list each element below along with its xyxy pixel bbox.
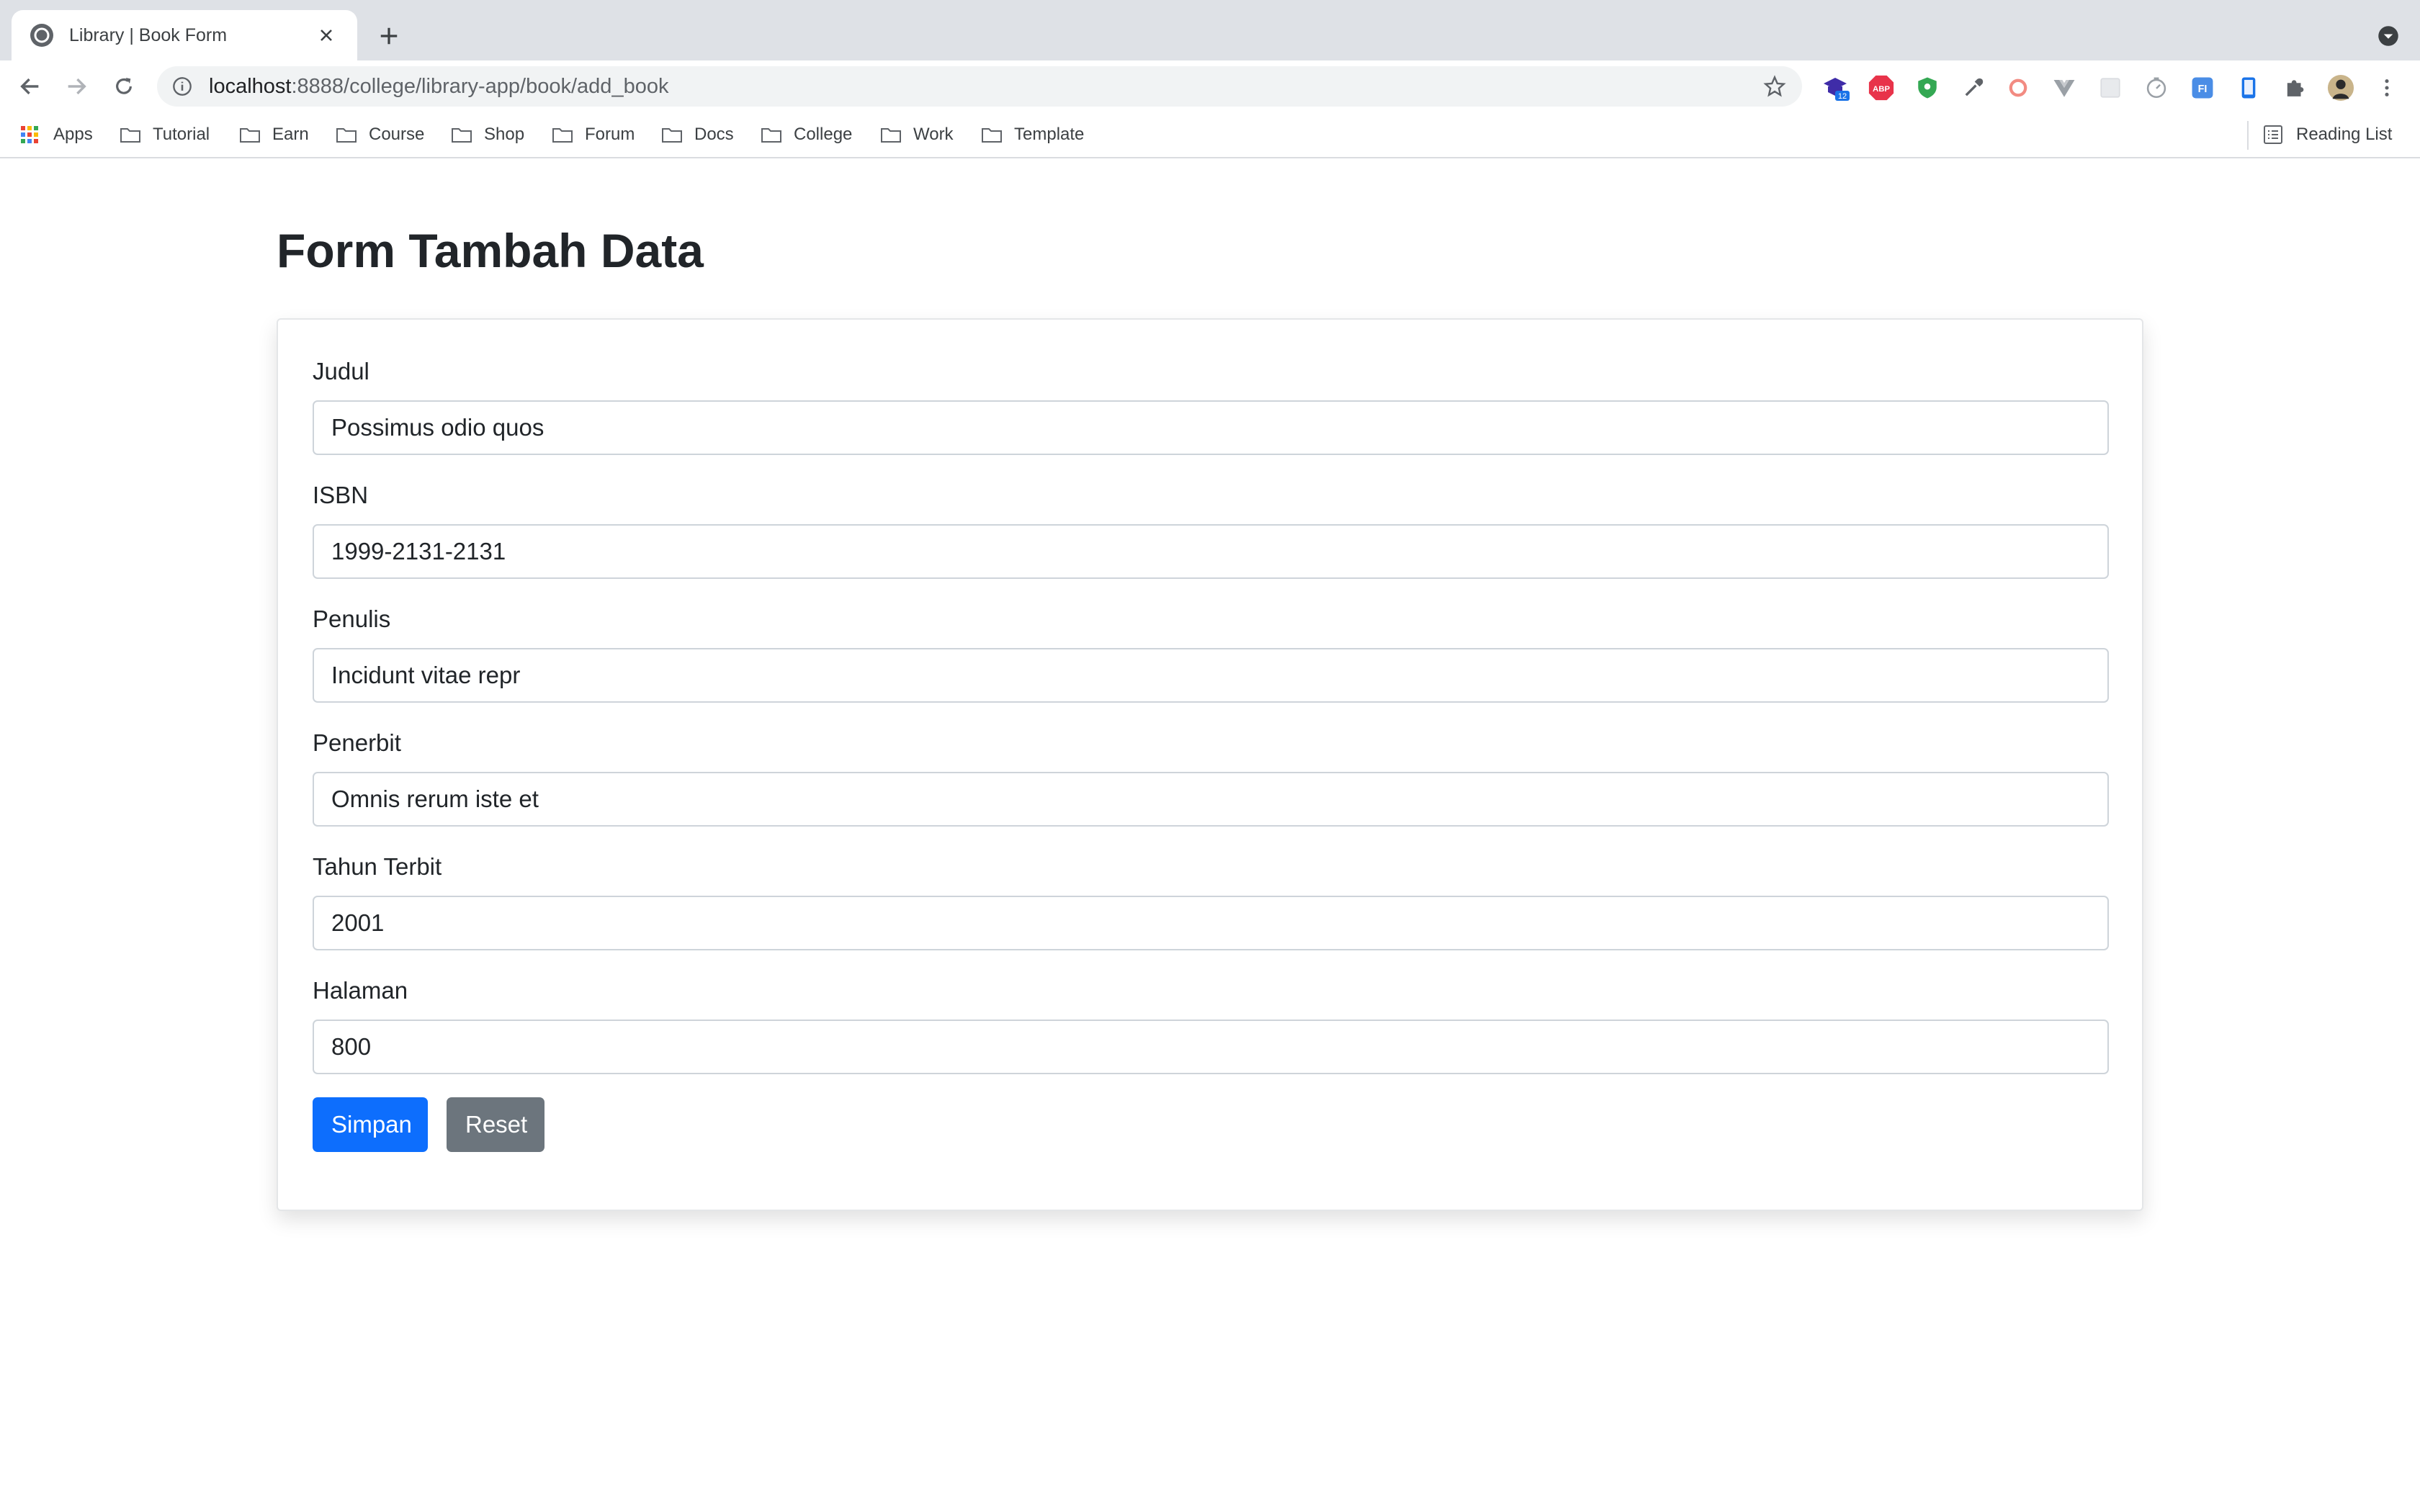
new-tab-button[interactable]	[373, 20, 405, 52]
penerbit-label: Penerbit	[313, 729, 401, 756]
save-button[interactable]: Simpan	[313, 1097, 428, 1152]
bookmark-label: Template	[1014, 125, 1085, 144]
url-path: :8888/college/library-app/book/add_book	[291, 74, 669, 98]
bookmark-label: Tutorial	[153, 125, 210, 144]
url-host: localhost	[209, 74, 292, 98]
halaman-label: Halaman	[313, 977, 408, 1004]
bookmark-folder-tutorial[interactable]: Tutorial	[120, 122, 210, 147]
halaman-input[interactable]	[313, 1020, 2109, 1074]
menu-kebab-icon[interactable]	[2372, 73, 2401, 102]
bookmark-label: College	[794, 125, 853, 144]
bookmark-label: Apps	[53, 125, 93, 144]
form-group-judul: Judul	[313, 357, 2109, 455]
bookmark-folder-course[interactable]: Course	[336, 122, 424, 147]
reading-list-button[interactable]: Reading List	[2263, 122, 2392, 147]
bookmark-folder-docs[interactable]: Docs	[661, 122, 734, 147]
address-bar[interactable]: localhost:8888/college/library-app/book/…	[157, 66, 1802, 107]
form-group-isbn: ISBN	[313, 481, 2109, 579]
folder-icon	[451, 125, 472, 144]
active-tab[interactable]: Library | Book Form	[12, 10, 357, 60]
folder-icon	[336, 125, 357, 144]
bookmark-apps[interactable]: Apps	[20, 122, 93, 147]
bookmark-folder-earn[interactable]: Earn	[239, 122, 309, 147]
svg-text:ABP: ABP	[1873, 85, 1890, 94]
form-group-penerbit: Penerbit	[313, 729, 2109, 827]
forward-arrow-icon[interactable]	[60, 71, 92, 102]
tab-search-icon[interactable]	[2374, 22, 2403, 50]
vue-devtools-extension-icon[interactable]	[2050, 73, 2079, 102]
penulis-input[interactable]	[313, 648, 2109, 703]
tab-title: Library | Book Form	[69, 24, 228, 45]
judul-input[interactable]	[313, 400, 2109, 455]
back-arrow-icon[interactable]	[14, 71, 46, 102]
browser-toolbar: localhost:8888/college/library-app/book/…	[0, 60, 2420, 112]
reload-icon[interactable]	[108, 71, 140, 102]
timer-extension-icon[interactable]	[2142, 73, 2171, 102]
folder-icon	[761, 125, 782, 144]
folder-icon	[239, 125, 261, 144]
judul-label: Judul	[313, 358, 369, 384]
phone-extension-icon[interactable]	[2234, 73, 2263, 102]
bookmark-label: Work	[913, 125, 954, 144]
blank-extension-icon[interactable]	[2096, 73, 2125, 102]
fi-extension-icon[interactable]: FI	[2188, 73, 2217, 102]
svg-text:FI: FI	[2198, 84, 2208, 95]
book-form-card: Judul ISBN Penulis Penerbit Tahun Terbit…	[277, 318, 2143, 1211]
page-title: Form Tambah Data	[277, 224, 704, 277]
bookmarks-bar: Apps Tutorial Earn Course Shop Forum Doc…	[0, 112, 2420, 158]
bookmark-folder-college[interactable]: College	[761, 122, 852, 147]
form-group-penulis: Penulis	[313, 605, 2109, 703]
bookmark-star-icon[interactable]	[1763, 75, 1786, 98]
isbn-input[interactable]	[313, 524, 2109, 579]
url-text[interactable]: localhost:8888/college/library-app/book/…	[209, 75, 668, 99]
tahun-terbit-label: Tahun Terbit	[313, 853, 442, 880]
form-group-halaman: Halaman	[313, 976, 2109, 1074]
graduation-cap-extension-icon[interactable]: 12	[1822, 73, 1851, 102]
bookmarks-divider	[2247, 121, 2249, 150]
eyedropper-extension-icon[interactable]	[1959, 73, 1988, 102]
bookmark-label: Shop	[484, 125, 525, 144]
penulis-label: Penulis	[313, 606, 391, 632]
shield-extension-icon[interactable]	[1913, 73, 1942, 102]
folder-icon	[661, 125, 683, 144]
folder-icon	[981, 125, 1003, 144]
extensions-puzzle-icon[interactable]	[2280, 73, 2309, 102]
tahun-terbit-input[interactable]	[313, 896, 2109, 950]
extension-badge: 12	[1838, 92, 1847, 101]
bookmark-folder-template[interactable]: Template	[981, 122, 1084, 147]
reading-list-icon	[2263, 125, 2285, 144]
bookmark-label: Course	[369, 125, 425, 144]
tab-close-icon[interactable]	[314, 23, 339, 48]
reset-button[interactable]: Reset	[447, 1097, 544, 1152]
bookmark-folder-forum[interactable]: Forum	[552, 122, 635, 147]
folder-icon	[880, 125, 902, 144]
folder-icon	[552, 125, 573, 144]
reading-list-label: Reading List	[2296, 125, 2393, 144]
bookmark-folder-shop[interactable]: Shop	[451, 122, 524, 147]
profile-avatar[interactable]	[2326, 73, 2355, 102]
site-favicon-icon	[30, 24, 53, 47]
ring-extension-icon[interactable]	[2004, 73, 2033, 102]
bookmark-label: Forum	[585, 125, 635, 144]
bookmark-label: Earn	[272, 125, 309, 144]
folder-icon	[120, 125, 141, 144]
apps-grid-icon	[20, 125, 42, 144]
bookmark-label: Docs	[694, 125, 734, 144]
isbn-label: ISBN	[313, 482, 369, 508]
adblock-extension-icon[interactable]: ABP	[1867, 73, 1896, 102]
tab-strip: Library | Book Form	[0, 0, 2420, 60]
site-info-icon[interactable]	[171, 76, 193, 97]
bookmark-folder-work[interactable]: Work	[880, 122, 954, 147]
form-group-tahun-terbit: Tahun Terbit	[313, 852, 2109, 950]
penerbit-input[interactable]	[313, 772, 2109, 827]
